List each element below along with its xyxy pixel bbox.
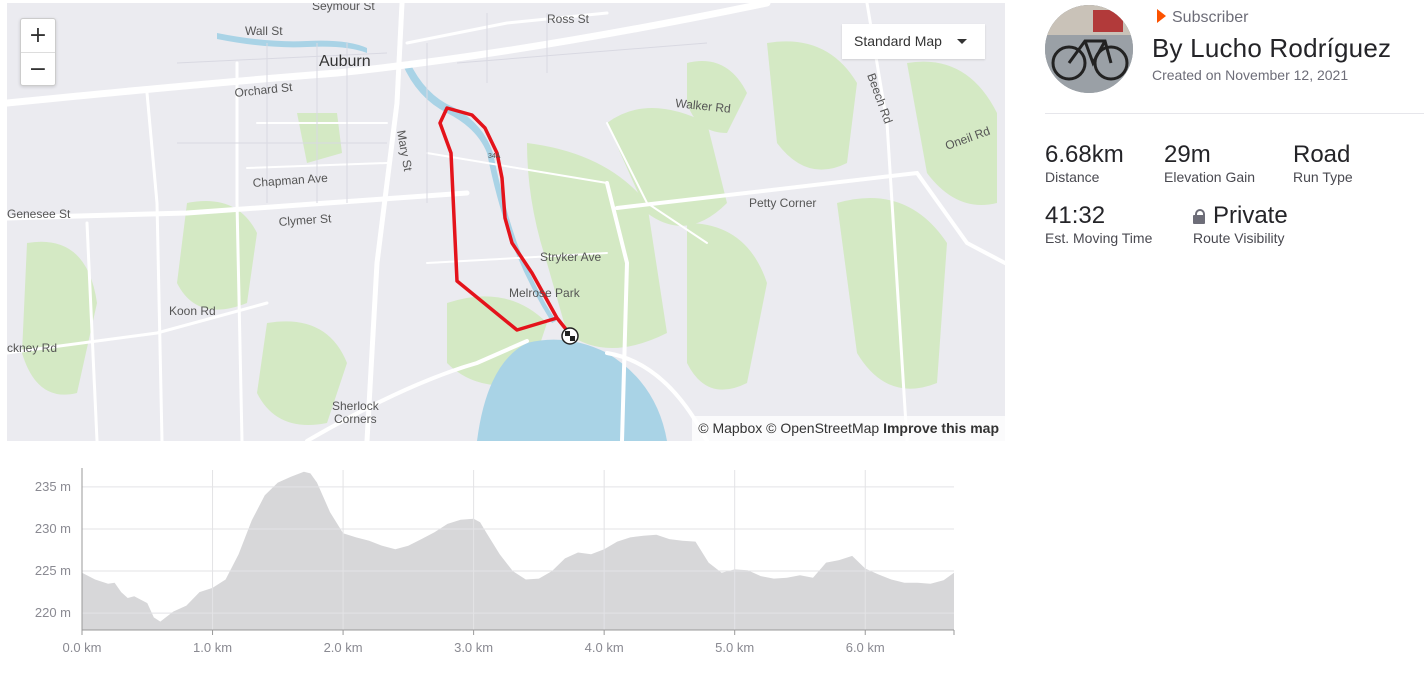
stat-elevation-label: Elevation Gain bbox=[1164, 169, 1256, 185]
label-petty: Petty Corner bbox=[749, 196, 816, 210]
route-author[interactable]: By Lucho Rodríguez bbox=[1152, 33, 1391, 64]
stat-visibility-value: Private bbox=[1213, 202, 1288, 229]
mapbox-link[interactable]: © Mapbox bbox=[698, 420, 762, 436]
zoom-out-button[interactable]: − bbox=[21, 53, 55, 86]
x-tick-label: 5.0 km bbox=[715, 640, 754, 655]
label-wall: Wall St bbox=[245, 24, 283, 38]
map-style-dropdown[interactable]: Standard Map bbox=[842, 24, 985, 59]
chevron-down-icon bbox=[957, 39, 967, 44]
stat-type-label: Run Type bbox=[1293, 169, 1353, 185]
label-beech: Beech Rd bbox=[864, 71, 895, 125]
stat-elevation: 29m Elevation Gain bbox=[1164, 141, 1255, 185]
label-sherlock-2: Corners bbox=[334, 412, 377, 426]
improve-map-link[interactable]: Improve this map bbox=[883, 420, 999, 436]
y-tick-label: 235 m bbox=[35, 479, 71, 494]
stat-time: 41:32 Est. Moving Time bbox=[1045, 202, 1152, 246]
elevation-chart[interactable]: 220 m 225 m 230 m 235 m 0.0 km 1.0 km 2.0 km 3.… bbox=[0, 460, 1000, 670]
label-mary: Mary St bbox=[394, 129, 415, 173]
label-auburn: Auburn bbox=[319, 53, 371, 70]
created-date: Created on November 12, 2021 bbox=[1152, 67, 1349, 83]
x-tick-label: 0.0 km bbox=[62, 640, 101, 655]
y-tick-label: 225 m bbox=[35, 563, 71, 578]
label-hackney: ckney Rd bbox=[7, 341, 57, 355]
label-sherlock-1: Sherlock bbox=[332, 399, 380, 413]
avatar[interactable] bbox=[1045, 5, 1133, 93]
stat-visibility-label: Route Visibility bbox=[1193, 230, 1285, 246]
zoom-control: + − bbox=[20, 18, 56, 86]
map-canvas[interactable]: Seymour St Wall St Ross St Auburn Orchar… bbox=[7, 3, 1005, 441]
stat-time-value: 41:32 bbox=[1045, 202, 1106, 229]
x-tick-label: 4.0 km bbox=[585, 640, 624, 655]
x-tick-label: 2.0 km bbox=[324, 640, 363, 655]
label-melrose: Melrose Park bbox=[509, 286, 581, 300]
subscriber-chevron-icon bbox=[1157, 9, 1166, 23]
label-koon: Koon Rd bbox=[169, 304, 216, 318]
label-ross: Ross St bbox=[547, 12, 590, 26]
stat-distance-value: 6.68km bbox=[1045, 141, 1124, 168]
zoom-in-button[interactable]: + bbox=[21, 19, 55, 53]
lock-icon bbox=[1193, 209, 1205, 224]
label-seymour: Seymour St bbox=[312, 3, 375, 13]
x-tick-label: 6.0 km bbox=[846, 640, 885, 655]
map-style-label: Standard Map bbox=[854, 33, 942, 49]
map-attribution: © Mapbox © OpenStreetMap Improve this ma… bbox=[692, 416, 1005, 441]
route-map[interactable]: Seymour St Wall St Ross St Auburn Orchar… bbox=[7, 3, 1005, 441]
stat-time-label: Est. Moving Time bbox=[1045, 230, 1153, 246]
divider bbox=[1045, 113, 1424, 114]
label-clymer: Clymer St bbox=[278, 211, 332, 229]
subscriber-label: Subscriber bbox=[1172, 9, 1249, 26]
y-tick-label: 220 m bbox=[35, 605, 71, 620]
stat-type: Road Run Type bbox=[1293, 141, 1353, 185]
stat-distance: 6.68km Distance bbox=[1045, 141, 1124, 185]
y-tick-label: 230 m bbox=[35, 521, 71, 536]
label-route34: 34A bbox=[488, 153, 501, 160]
x-tick-label: 3.0 km bbox=[454, 640, 493, 655]
bicycle-photo bbox=[1045, 5, 1133, 93]
stat-distance-label: Distance bbox=[1045, 169, 1100, 185]
subscriber-badge: Subscriber bbox=[1157, 9, 1248, 27]
finish-flag-icon bbox=[561, 327, 579, 345]
stat-visibility: Private Route Visibility bbox=[1193, 202, 1288, 246]
label-stryker: Stryker Ave bbox=[540, 250, 601, 264]
stat-elevation-value: 29m bbox=[1164, 141, 1211, 168]
x-tick-label: 1.0 km bbox=[193, 640, 232, 655]
label-genesee: Genesee St bbox=[7, 207, 71, 221]
osm-link[interactable]: © OpenStreetMap bbox=[766, 420, 879, 436]
stat-type-value: Road bbox=[1293, 141, 1351, 168]
